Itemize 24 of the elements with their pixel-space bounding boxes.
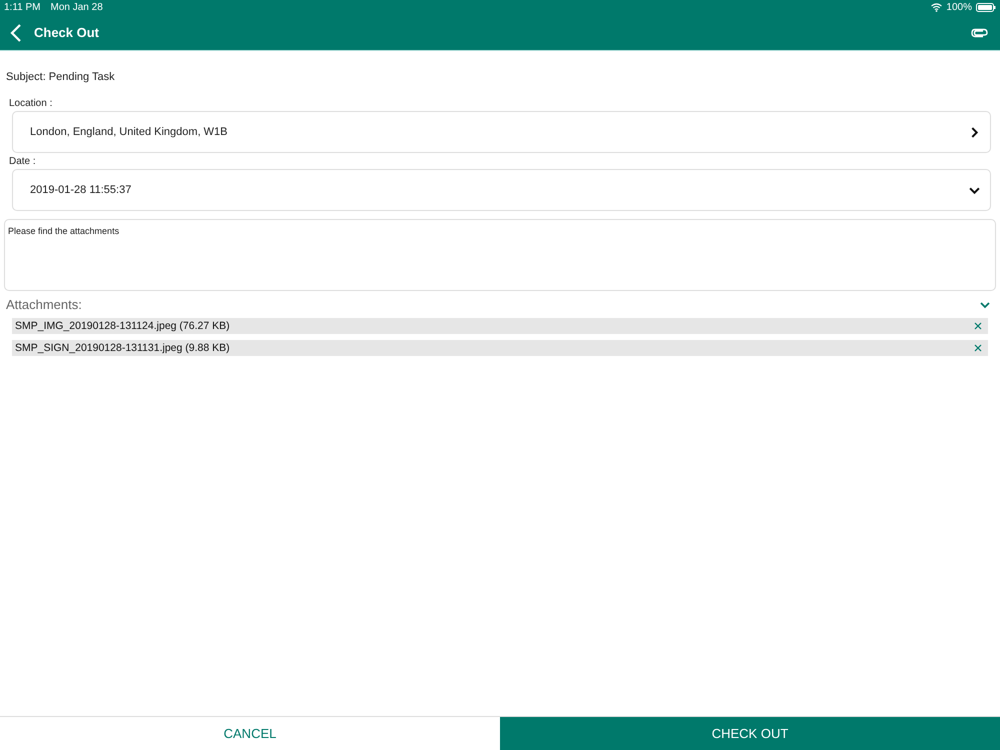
check-out-button[interactable]: CHECK OUT xyxy=(500,717,1000,750)
note-field[interactable]: Please find the attachments xyxy=(4,219,996,291)
status-time: 1:11 PM xyxy=(4,2,40,13)
field-label: Location : xyxy=(9,98,54,109)
paperclip-icon[interactable] xyxy=(971,28,988,38)
attachment-row[interactable]: SMP_IMG_20190128-131124.jpeg (76.27 KB) xyxy=(12,318,988,334)
attachments-heading: Attachments: xyxy=(6,297,83,312)
remove-button[interactable] xyxy=(974,322,982,330)
back-button[interactable] xyxy=(10,22,22,42)
subject-text: Subject: Pending Task xyxy=(6,71,116,83)
date-dropdown[interactable]: 2019-01-28 11:55:37 xyxy=(12,169,991,211)
wifi-icon xyxy=(931,3,942,12)
attachment-name: SMP_SIGN_20190128-131131.jpeg (9.88 KB) xyxy=(15,342,231,354)
location-field[interactable]: London, England, United Kingdom, W1B xyxy=(12,111,991,153)
chevron-right-icon xyxy=(969,126,980,138)
battery-percent: 100% xyxy=(946,2,972,13)
field-label: Date : xyxy=(9,156,37,167)
remove-button[interactable] xyxy=(974,344,982,352)
chevron-down-icon xyxy=(969,184,980,196)
battery-icon xyxy=(976,3,996,12)
attachment-row[interactable]: SMP_SIGN_20190128-131131.jpeg (9.88 KB) xyxy=(12,340,988,356)
attachment-name: SMP_IMG_20190128-131124.jpeg (76.27 KB) xyxy=(15,320,231,332)
page-title: Check Out xyxy=(34,25,100,40)
status-date: Mon Jan 28 xyxy=(50,2,103,13)
